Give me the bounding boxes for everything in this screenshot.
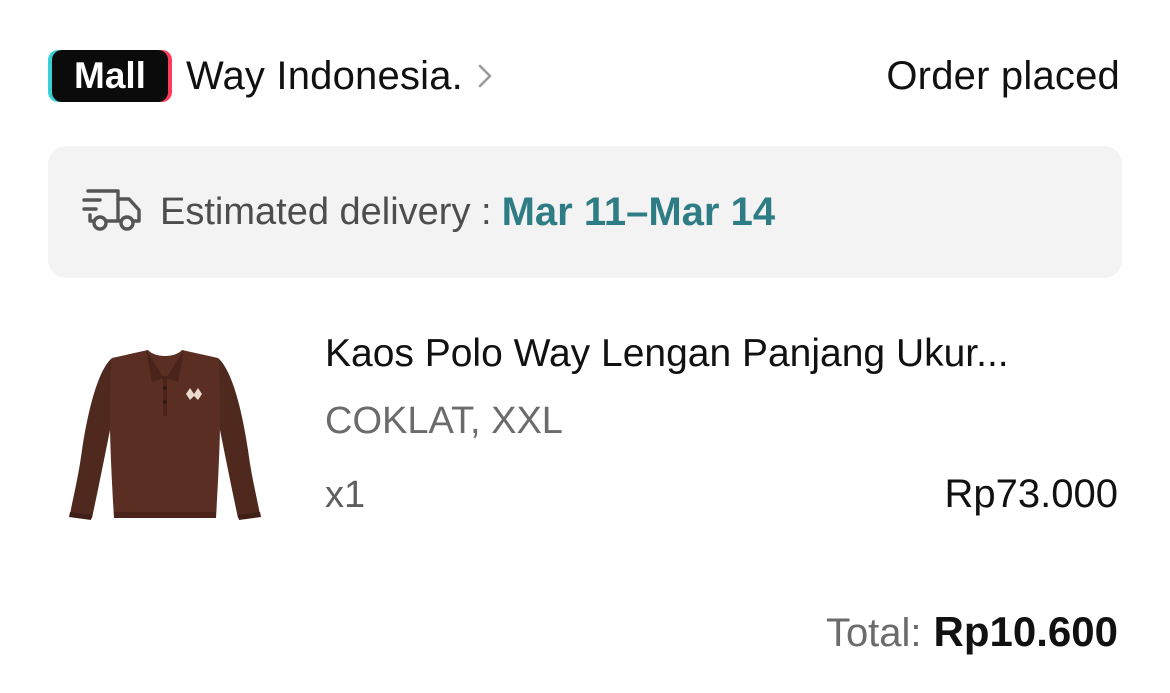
mall-badge: Mall <box>52 50 168 102</box>
product-quantity: x1 <box>325 474 366 516</box>
order-card[interactable]: Mall Way Indonesia. Order placed Estimat… <box>0 0 1170 693</box>
delivery-truck-icon <box>82 185 144 240</box>
product-image[interactable] <box>60 330 270 530</box>
delivery-dates: Mar 11–Mar 14 <box>501 189 776 234</box>
product-price: Rp73.000 <box>944 472 1118 516</box>
delivery-estimate-box: Estimated delivery : Mar 11–Mar 14 <box>48 146 1122 278</box>
total-value: Rp10.600 <box>933 608 1118 655</box>
total-label: Total: <box>825 611 922 655</box>
product-variant: COKLAT, XXL <box>325 400 563 442</box>
delivery-label: Estimated delivery : <box>160 190 492 233</box>
order-header: Mall Way Indonesia. Order placed <box>48 40 1120 112</box>
order-status: Order placed <box>886 53 1120 98</box>
product-title[interactable]: Kaos Polo Way Lengan Panjang Ukur... <box>325 332 1125 376</box>
chevron-right-icon[interactable] <box>477 63 493 89</box>
order-total: Total: Rp10.600 <box>826 608 1118 656</box>
shop-link[interactable]: Mall Way Indonesia. <box>48 50 493 102</box>
shop-name[interactable]: Way Indonesia. <box>186 54 463 99</box>
